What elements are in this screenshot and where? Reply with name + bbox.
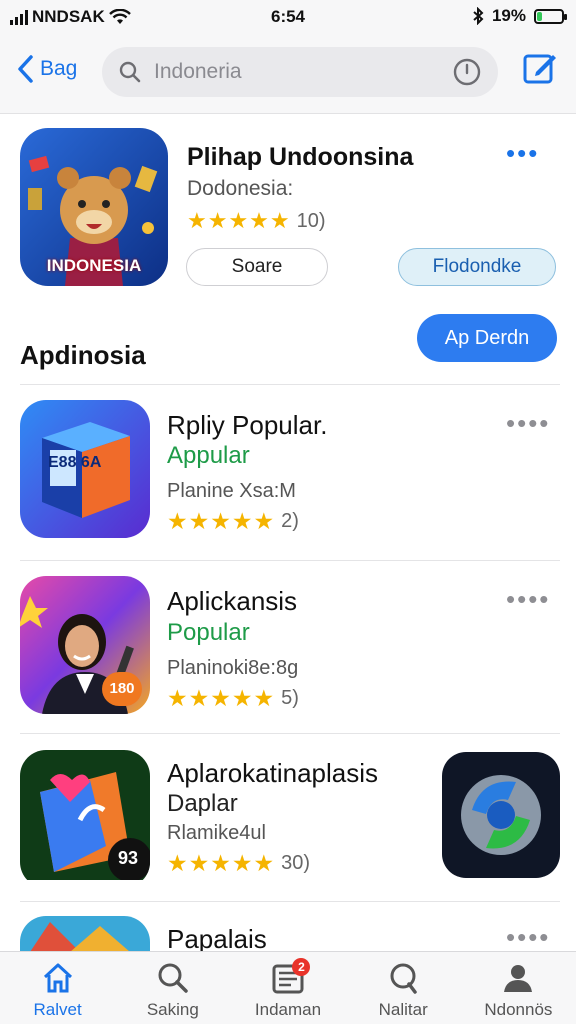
list-item[interactable]: 93 Aplarokatinaplasis Daplar Rlamike4ul …: [20, 750, 560, 910]
nav-bar: Bag: [0, 34, 576, 114]
star-rating-icon: ★★★★★: [167, 685, 276, 711]
battery-percent: 19%: [491, 6, 526, 25]
divider: [20, 384, 560, 385]
app-info: Planinoki8e:8g: [167, 657, 299, 679]
more-options-icon[interactable]: ••••: [506, 586, 550, 612]
list-item[interactable]: E88 6A Rpliy Popular. Appular Planine Xs…: [20, 400, 560, 560]
list-item[interactable]: 180 Aplickansis Popular Planinoki8e:8g ★…: [20, 576, 560, 736]
rating-count: 10): [296, 209, 326, 232]
search-icon: [158, 963, 188, 993]
more-options-icon[interactable]: ••••: [506, 410, 550, 436]
back-button[interactable]: Bag: [16, 54, 77, 84]
battery-fill: [537, 11, 542, 21]
divider: [20, 901, 560, 902]
more-options-icon[interactable]: •••: [506, 140, 539, 166]
app-category: Daplar: [167, 790, 238, 817]
app-icon-badge: 180: [102, 672, 142, 706]
tab-label: Saking: [146, 1000, 199, 1019]
chevron-left-icon: [18, 55, 33, 83]
tab-label: Indaman: [254, 1000, 322, 1019]
back-label: Bag: [40, 57, 78, 80]
app-category: Appular: [167, 442, 250, 469]
rating-count: 30): [281, 852, 311, 874]
secondary-app-icon[interactable]: [442, 752, 560, 878]
tab-search[interactable]: Saking: [115, 952, 230, 1024]
app-name: Aplarokatinaplasis: [167, 758, 379, 788]
section-action-button[interactable]: Ap Derdn: [417, 314, 557, 362]
tab-label: Ralvet: [33, 1000, 82, 1019]
app-info: Planine Xsa:M: [167, 480, 296, 502]
share-button[interactable]: Soare: [186, 248, 328, 286]
app-rating: ★★★★★ 2): [167, 508, 299, 535]
app-name: Aplickansis: [167, 586, 298, 616]
app-icon[interactable]: 93: [20, 750, 150, 888]
divider: [20, 733, 560, 734]
tab-arcade[interactable]: Nalitar: [346, 952, 461, 1024]
search-icon: [119, 61, 141, 83]
search-input[interactable]: [154, 60, 452, 84]
compose-icon[interactable]: [522, 50, 558, 86]
star-rating-icon: ★★★★★: [167, 850, 276, 876]
app-info: Rlamike4ul: [167, 822, 266, 844]
section-title: Apdinosia: [20, 340, 146, 370]
app-icon[interactable]: E88 6A: [20, 400, 150, 538]
star-rating-icon: ★★★★★: [187, 208, 291, 233]
featured-app-rating: ★★★★★ 10): [187, 208, 326, 234]
app-rating: ★★★★★ 5): [167, 685, 299, 712]
battery-icon: [534, 8, 567, 24]
list-item[interactable]: Papalais ••••: [20, 916, 560, 952]
featured-app-title: Plihap Undoonsina: [187, 143, 414, 171]
tab-label: Ndonnös: [484, 1000, 553, 1019]
app-rating: ★★★★★ 30): [167, 850, 310, 877]
app-icon[interactable]: 180: [20, 576, 150, 714]
status-bar: NNDSAK 6:54 19%: [0, 0, 576, 34]
featured-app-card[interactable]: INDONESIA Plihap Undoonsina Dodonesia: ★…: [20, 128, 560, 293]
more-options-icon[interactable]: ••••: [506, 924, 550, 950]
tab-today[interactable]: Ralvet: [0, 952, 115, 1024]
star-rating-icon: ★★★★★: [167, 508, 276, 534]
app-icon-text: E88 6A: [48, 454, 102, 471]
search-bar[interactable]: [102, 47, 498, 97]
divider: [20, 560, 560, 561]
featured-app-subtitle: Dodonesia:: [187, 177, 294, 200]
featured-icon-caption: INDONESIA: [46, 256, 142, 275]
app-icon-text: 93: [118, 848, 139, 868]
featured-app-icon[interactable]: INDONESIA: [20, 128, 168, 286]
rating-count: 5): [281, 687, 299, 709]
tab-label: Nalitar: [378, 1000, 428, 1019]
home-icon: [43, 963, 72, 993]
get-button[interactable]: Flodondke: [398, 248, 556, 286]
notification-badge: 2: [292, 958, 311, 976]
clock-icon[interactable]: [452, 57, 482, 87]
magnifier-icon: [390, 963, 417, 994]
tab-updates[interactable]: 2 Indaman: [230, 952, 345, 1024]
app-name: Papalais: [167, 924, 267, 952]
app-icon[interactable]: [20, 916, 150, 952]
app-name: Rpliy Popular.: [167, 410, 328, 440]
person-icon: [504, 965, 533, 992]
rating-count: 2): [281, 510, 299, 532]
app-category: Popular: [167, 619, 250, 646]
tab-profile[interactable]: Ndonnös: [461, 952, 576, 1024]
bluetooth-icon: [473, 7, 484, 25]
tab-bar: Ralvet Saking 2 Indaman Nalitar Ndonnös: [0, 951, 576, 1024]
status-right: 19%: [472, 6, 567, 26]
